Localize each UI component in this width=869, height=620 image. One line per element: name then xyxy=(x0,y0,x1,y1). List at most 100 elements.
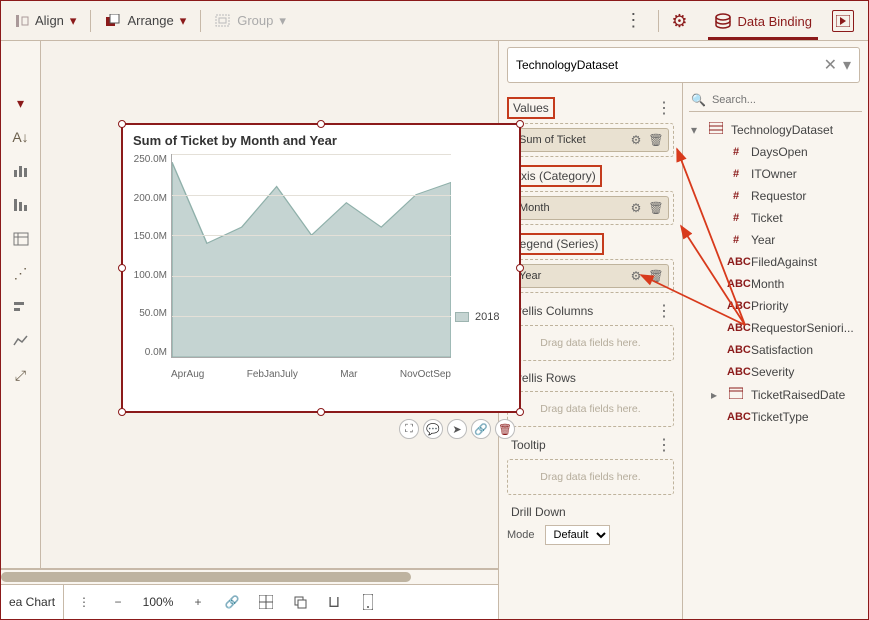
field-item[interactable]: ABCPriority xyxy=(689,295,862,317)
legend-pill[interactable]: Year ⚙ 🗑 xyxy=(512,264,669,288)
gear-icon: ⚙ xyxy=(671,11,687,32)
delete-icon[interactable]: 🗑 xyxy=(495,419,515,439)
values-pill[interactable]: Sum of Ticket ⚙ 🗑 xyxy=(512,128,669,152)
mode-select[interactable]: Default xyxy=(545,525,610,545)
bar-chart-icon[interactable] xyxy=(8,159,34,183)
trellis-cols-menu[interactable]: ⋮ xyxy=(654,301,674,321)
comment-icon[interactable]: 💬 xyxy=(423,419,443,439)
align-label: Align xyxy=(35,13,64,28)
field-item[interactable]: #Requestor xyxy=(689,185,862,207)
resize-handle[interactable] xyxy=(317,408,325,416)
trellis-rows-dropzone[interactable]: Drag data fields here. xyxy=(507,391,674,427)
tooltip-menu[interactable]: ⋮ xyxy=(654,435,674,455)
field-item[interactable]: ABC Month xyxy=(689,273,862,295)
axis-section-title: Axis (Category) xyxy=(507,165,602,187)
field-name: ITOwner xyxy=(751,167,797,181)
status-overflow[interactable]: ⋮ xyxy=(70,588,98,616)
text-type-icon: ABC xyxy=(727,278,745,290)
number-type-icon: # xyxy=(727,212,745,224)
scatter-icon[interactable]: ⋰ xyxy=(8,261,34,285)
resize-handle[interactable] xyxy=(516,264,524,272)
number-type-icon: # xyxy=(727,146,745,158)
field-name: Month xyxy=(751,277,784,291)
arrange-menu[interactable]: Arrange ▾ xyxy=(97,9,194,33)
field-search-input[interactable] xyxy=(710,93,860,107)
group-label: Group xyxy=(237,13,273,28)
field-name: Severity xyxy=(751,365,794,379)
axis-pill[interactable]: Month ⚙ 🗑 xyxy=(512,196,669,220)
field-item[interactable]: #DaysOpen xyxy=(689,141,862,163)
field-item[interactable]: #Ticket xyxy=(689,207,862,229)
toolbar-overflow[interactable]: ⋮ xyxy=(614,10,652,31)
dataset-selector[interactable]: ✕ ▾ xyxy=(507,47,860,83)
field-search[interactable]: 🔍 xyxy=(689,89,862,112)
plot-area xyxy=(171,154,451,358)
zoom-in-button[interactable]: + xyxy=(184,588,212,616)
legend-label: 2018 xyxy=(475,311,499,323)
field-name: TicketRaisedDate xyxy=(751,388,845,402)
legend-swatch xyxy=(455,312,469,322)
mobile-preview-button[interactable] xyxy=(354,588,382,616)
trash-icon[interactable]: 🗑 xyxy=(648,133,664,147)
field-name: Priority xyxy=(751,299,788,313)
gear-icon[interactable]: ⚙ xyxy=(628,133,644,147)
resize-handle[interactable] xyxy=(118,120,126,128)
group-menu[interactable]: Group ▾ xyxy=(207,9,294,33)
trash-icon[interactable]: 🗑 xyxy=(648,201,664,215)
field-item[interactable]: ABCFiledAgainst xyxy=(689,251,862,273)
field-item[interactable]: ABCSatisfaction xyxy=(689,339,862,361)
copy-button[interactable] xyxy=(286,588,314,616)
data-binding-tab[interactable]: Data Binding xyxy=(708,3,818,39)
resize-handle[interactable] xyxy=(317,120,325,128)
horizontal-scrollbar[interactable] xyxy=(1,569,498,585)
grid-button[interactable] xyxy=(252,588,280,616)
values-section-menu[interactable]: ⋮ xyxy=(654,98,674,118)
dataset-input[interactable] xyxy=(514,57,820,73)
link-icon[interactable]: 🔗 xyxy=(471,419,491,439)
design-canvas[interactable]: Sum of Ticket by Month and Year 250.0M 2… xyxy=(41,41,498,568)
y-axis-labels: 250.0M 200.0M 150.0M 100.0M 50.0M 0.0M xyxy=(125,152,169,358)
field-item[interactable]: ABCTicketType xyxy=(689,406,862,428)
field-item[interactable]: ABCSeverity xyxy=(689,361,862,383)
trash-icon[interactable]: 🗑 xyxy=(648,269,664,283)
chart-type-selector[interactable]: ea Chart xyxy=(1,585,64,619)
sort-icon[interactable]: A↓ xyxy=(8,125,34,149)
gear-icon[interactable]: ⚙ xyxy=(628,201,644,215)
hbar-icon[interactable] xyxy=(8,295,34,319)
collapse-panel-button[interactable] xyxy=(832,10,854,32)
funnel-icon[interactable]: ▾ xyxy=(8,91,34,115)
axis-dropzone[interactable]: Month ⚙ 🗑 xyxy=(507,191,674,225)
tooltip-dropzone[interactable]: Drag data fields here. xyxy=(507,459,674,495)
link-button[interactable]: 🔗 xyxy=(218,588,246,616)
clear-dataset-icon[interactable]: ✕ xyxy=(820,55,841,75)
column-chart-icon[interactable] xyxy=(8,193,34,217)
zoom-out-button[interactable]: − xyxy=(104,588,132,616)
snap-button[interactable]: ⊔ xyxy=(320,588,348,616)
dataset-root[interactable]: ▾ TechnologyDataset xyxy=(689,118,862,141)
legend-dropzone[interactable]: Year ⚙ 🗑 xyxy=(507,259,674,293)
values-dropzone[interactable]: Sum of Ticket ⚙ 🗑 xyxy=(507,123,674,157)
resize-handle[interactable] xyxy=(118,408,126,416)
gear-icon[interactable]: ⚙ xyxy=(628,269,644,283)
expand-icon[interactable]: ⤢ xyxy=(8,363,34,387)
trellis-cols-dropzone[interactable]: Drag data fields here. xyxy=(507,325,674,361)
align-menu[interactable]: Align ▾ xyxy=(7,9,84,33)
field-item[interactable]: #ITOwner xyxy=(689,163,862,185)
share-icon[interactable]: ➤ xyxy=(447,419,467,439)
table-icon[interactable] xyxy=(8,227,34,251)
line-chart-icon[interactable] xyxy=(8,329,34,353)
field-item[interactable]: ▸TicketRaisedDate xyxy=(689,383,862,406)
field-item[interactable]: ABCRequestorSeniori... xyxy=(689,317,862,339)
fullscreen-icon[interactable]: ⛶ xyxy=(399,419,419,439)
resize-handle[interactable] xyxy=(516,120,524,128)
settings-tab[interactable]: ⚙ xyxy=(665,1,693,40)
chart-title: Sum of Ticket by Month and Year xyxy=(123,125,519,152)
resize-handle[interactable] xyxy=(516,408,524,416)
chart-widget[interactable]: Sum of Ticket by Month and Year 250.0M 2… xyxy=(121,123,521,413)
search-icon: 🔍 xyxy=(691,93,706,107)
status-bar: ea Chart ⋮ − 100% + 🔗 ⊔ xyxy=(1,585,498,619)
field-item[interactable]: #Year xyxy=(689,229,862,251)
legend-section-title: Legend (Series) xyxy=(507,233,604,255)
scrollbar-thumb[interactable] xyxy=(1,572,411,582)
chevron-down-icon[interactable]: ▾ xyxy=(841,55,853,75)
